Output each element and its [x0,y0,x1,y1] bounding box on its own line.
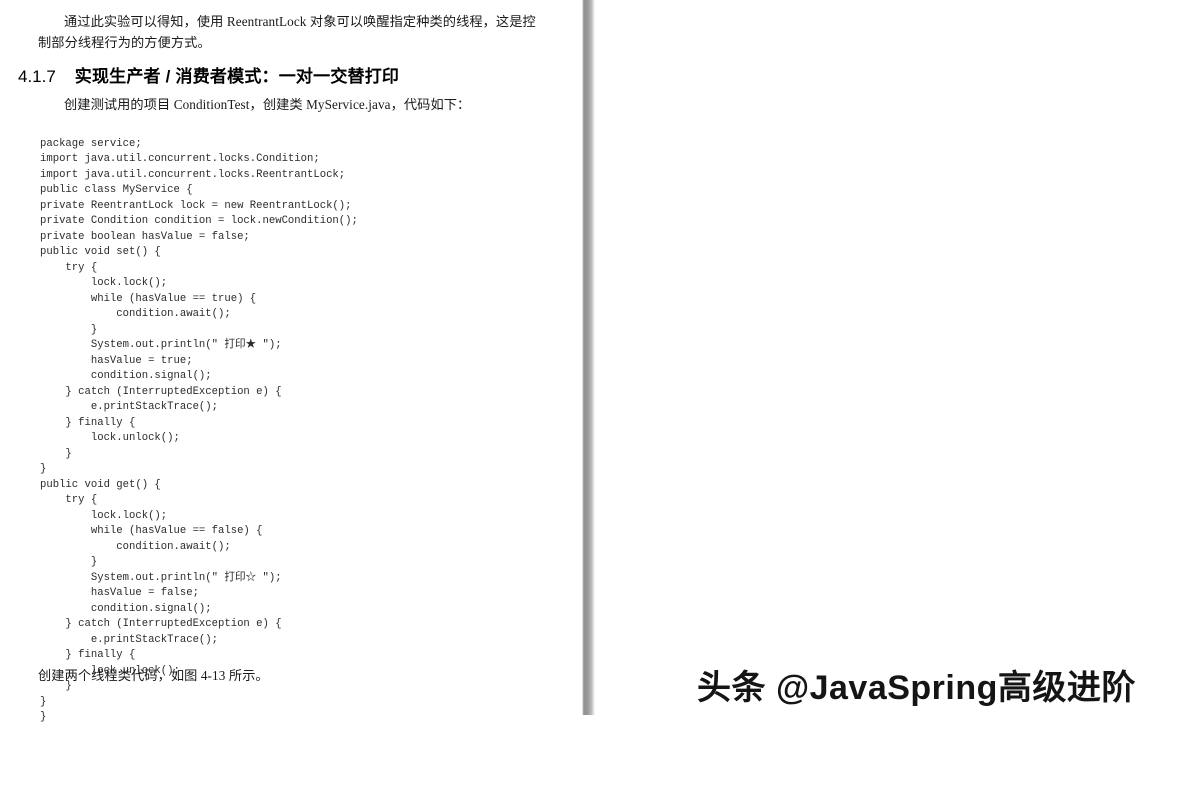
section-title: 实现生产者 / 消费者模式：一对一交替打印 [74,67,400,86]
section-heading-4-1-7: 4.1.7 实现生产者 / 消费者模式：一对一交替打印 [18,62,399,87]
intro-paragraph: 通过此实验可以得知，使用 ReentrantLock 对象可以唤醒指定种类的线程… [38,14,536,50]
book-binding-gutter [582,0,595,715]
tail-text: 创建两个线程类代码，如图 4-13 所示。 [38,668,269,683]
book-page-spread: 通过此实验可以得知，使用 ReentrantLock 对象可以唤醒指定种类的线程… [0,0,1191,723]
code-block-myservice: package service; import java.util.concur… [40,137,358,724]
left-page: 通过此实验可以得知，使用 ReentrantLock 对象可以唤醒指定种类的线程… [0,0,582,723]
watermark-overlay: 头条 @JavaSpring高级进阶 [697,669,1136,707]
lead-in-text: 创建测试用的项目 ConditionTest，创建类 MyService.jav… [64,97,471,112]
section-number: 4.1.7 [18,67,56,86]
right-page: MyThreadA.java ✕ 1 2 3 4 5 6 7 8 9 10 11… [595,0,1191,715]
